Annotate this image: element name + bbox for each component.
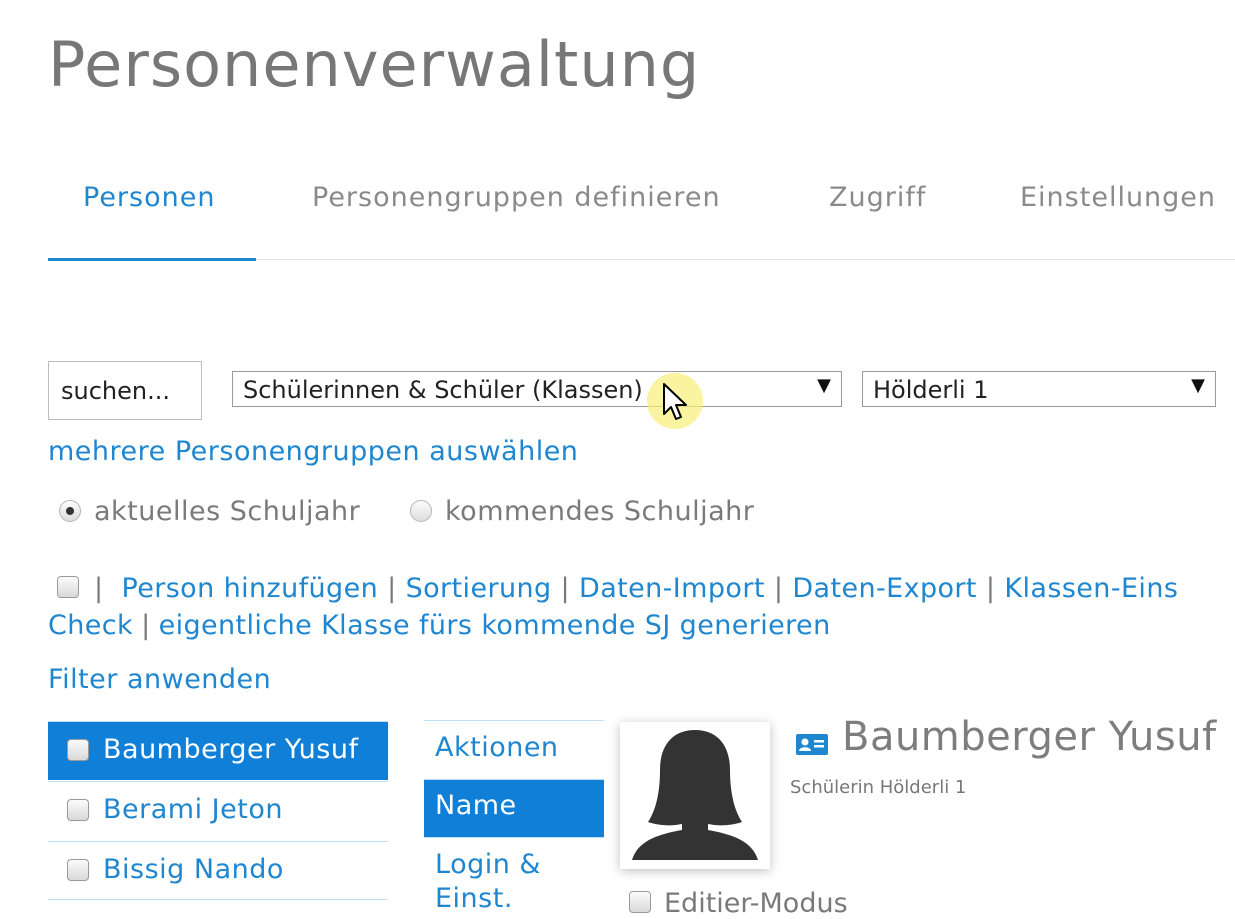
mouse-pointer-icon bbox=[663, 383, 687, 420]
separator: | bbox=[773, 573, 784, 604]
class-select-value: Hölderli 1 bbox=[873, 376, 989, 404]
tab-personengruppen-definieren[interactable]: Personengruppen definieren bbox=[312, 182, 721, 213]
separator: | bbox=[94, 573, 104, 604]
sorting-link[interactable]: Sortierung bbox=[406, 573, 552, 604]
tab-zugriff[interactable]: Zugriff bbox=[829, 182, 926, 213]
search-input[interactable] bbox=[48, 361, 202, 420]
person-list-item[interactable]: Baumberger Yusuf bbox=[48, 721, 388, 780]
radio-current-year-label: aktuelles Schuljahr bbox=[94, 496, 361, 527]
separator: | bbox=[985, 573, 996, 604]
person-name: Baumberger Yusuf bbox=[103, 734, 359, 765]
radio-next-year[interactable] bbox=[410, 500, 432, 522]
apply-filter-link[interactable]: Filter anwenden bbox=[48, 664, 271, 695]
person-name: Bissig Nando bbox=[103, 854, 284, 885]
separator: | bbox=[387, 573, 397, 604]
person-checkbox[interactable] bbox=[67, 799, 89, 821]
person-detail-name: Baumberger Yusuf bbox=[842, 714, 1217, 760]
avatar bbox=[620, 722, 770, 869]
check-link[interactable]: Check bbox=[48, 610, 133, 641]
edit-mode-label: Editier-Modus bbox=[664, 888, 848, 919]
id-card-icon bbox=[796, 734, 828, 755]
action-bar: | Person hinzufügen | Sortierung | Daten-Imp… bbox=[48, 570, 1235, 648]
separator: | bbox=[560, 573, 571, 604]
group-select-value: Schülerinnen & Schüler (Klassen) bbox=[243, 376, 643, 404]
group-select[interactable]: Schülerinnen & Schüler (Klassen) ▼ bbox=[232, 371, 842, 407]
dropdown-arrow-icon: ▼ bbox=[1191, 375, 1205, 396]
data-export-link[interactable]: Daten-Export bbox=[792, 573, 977, 604]
detail-tab-aktionen[interactable]: Aktionen bbox=[424, 720, 604, 779]
data-import-link[interactable]: Daten-Import bbox=[579, 573, 765, 604]
active-tab-indicator bbox=[48, 258, 256, 261]
tab-einstellungen[interactable]: Einstellungen bbox=[1020, 182, 1216, 213]
person-list-item[interactable]: Berami Jeton bbox=[48, 781, 388, 840]
person-checkbox[interactable] bbox=[67, 739, 89, 761]
person-list-item[interactable]: Bissig Nando bbox=[48, 841, 388, 900]
radio-current-year[interactable] bbox=[59, 500, 81, 522]
person-checkbox[interactable] bbox=[67, 859, 89, 881]
radio-next-year-label: kommendes Schuljahr bbox=[445, 496, 755, 527]
person-detail-subtitle: Schülerin Hölderli 1 bbox=[790, 777, 967, 798]
multi-groups-link[interactable]: mehrere Personengruppen auswählen bbox=[48, 436, 578, 467]
separator: | bbox=[141, 610, 151, 641]
dropdown-arrow-icon: ▼ bbox=[817, 375, 831, 396]
add-person-link[interactable]: Person hinzufügen bbox=[121, 573, 378, 604]
detail-tab-login[interactable]: Login & Einst. bbox=[424, 837, 604, 914]
tab-personen[interactable]: Personen bbox=[83, 182, 215, 213]
page-title: Personenverwaltung bbox=[48, 28, 701, 101]
edit-mode-checkbox[interactable] bbox=[629, 891, 651, 913]
class-select[interactable]: Hölderli 1 ▼ bbox=[862, 371, 1216, 407]
detail-tab-name[interactable]: Name bbox=[424, 779, 604, 837]
generate-class-link[interactable]: eigentliche Klasse fürs kommende SJ gene… bbox=[159, 610, 831, 641]
female-avatar-icon bbox=[632, 730, 758, 860]
class-settings-link[interactable]: Klassen-Eins bbox=[1004, 573, 1178, 604]
person-name: Berami Jeton bbox=[103, 794, 283, 825]
